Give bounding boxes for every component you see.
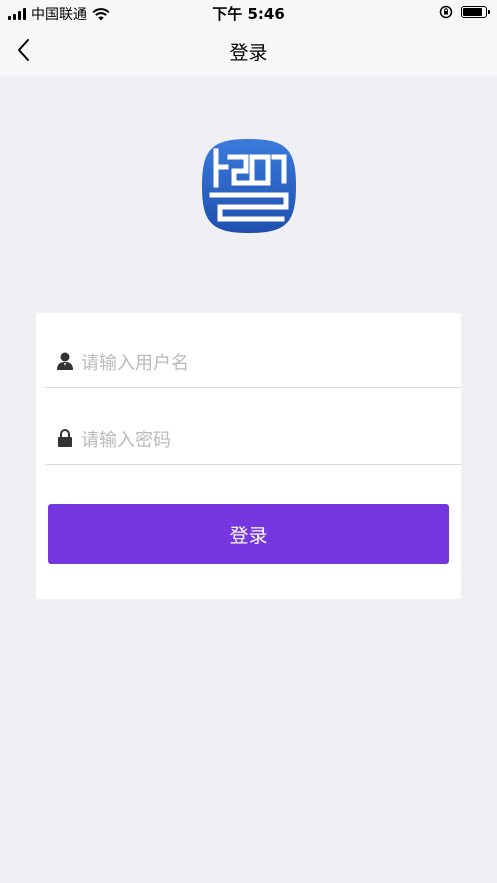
user-icon: [57, 352, 73, 370]
lock-icon: [58, 429, 72, 447]
orientation-lock-icon: [439, 5, 453, 19]
status-time: 下午 5:46: [212, 5, 285, 23]
status-bar: 中国联通 下午 5:46: [0, 0, 497, 24]
login-card: 登录: [36, 313, 461, 599]
password-input[interactable]: [81, 426, 441, 454]
status-right: [439, 5, 490, 19]
username-field: [45, 313, 461, 388]
page-title: 登录: [229, 42, 268, 64]
login-button[interactable]: 登录: [48, 504, 449, 564]
battery-icon: [461, 6, 490, 18]
app-logo: [202, 139, 296, 233]
username-input[interactable]: [81, 349, 441, 377]
nav-bar: 登录: [0, 24, 497, 76]
password-field: [45, 390, 461, 465]
